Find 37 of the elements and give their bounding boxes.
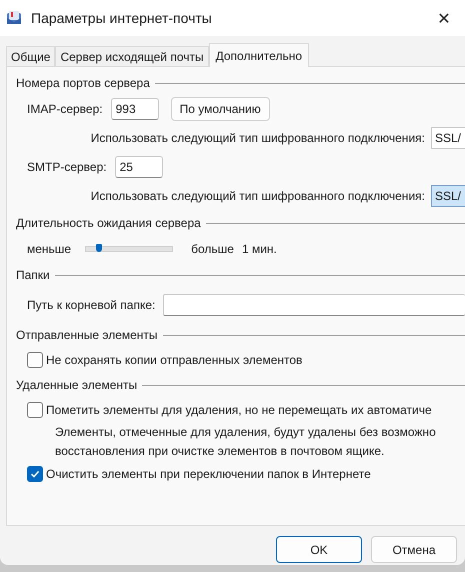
root-folder-field[interactable] bbox=[163, 294, 465, 316]
window-title: Параметры интернет-почты bbox=[31, 10, 213, 26]
field-label: Использовать следующий тип шифрованного подключения: bbox=[90, 189, 425, 203]
tab[interactable]: Сервер исходящей почты bbox=[55, 46, 209, 66]
section-title: Удаленные элементы bbox=[16, 378, 138, 392]
section-title: Длительность ожидания сервера bbox=[16, 216, 201, 230]
checkbox[interactable] bbox=[27, 466, 43, 482]
close-button[interactable]: ✕ bbox=[429, 3, 459, 33]
port-field[interactable]: 25 bbox=[114, 156, 163, 178]
field-label: Путь к корневой папке: bbox=[27, 298, 156, 312]
tab[interactable]: Общие bbox=[6, 46, 56, 66]
checkbox[interactable] bbox=[27, 402, 43, 418]
section-title: Отправленные элементы bbox=[16, 328, 158, 342]
section-title: Номера портов сервера bbox=[16, 76, 150, 90]
slider-thumb[interactable] bbox=[96, 244, 102, 252]
checkbox-label: Не сохранять копии отправленных элементов bbox=[46, 353, 302, 367]
slider-min-label: меньше bbox=[27, 242, 72, 256]
field-label: SMTP-сервер: bbox=[27, 160, 107, 174]
timeout-reading: 1 мин. bbox=[242, 242, 277, 256]
tab[interactable]: Дополнительно bbox=[208, 43, 309, 67]
timeout-slider[interactable] bbox=[85, 246, 174, 252]
dialog-button[interactable]: OK bbox=[276, 536, 362, 563]
checkbox-label: Пометить элементы для удаления, но не перемещать их автоматиче bbox=[46, 403, 432, 417]
slider-max-label: больше bbox=[191, 242, 234, 256]
checkmark-icon bbox=[29, 468, 41, 480]
mail-app-icon bbox=[5, 9, 23, 27]
encryption-dropdown[interactable]: SSL/ bbox=[430, 185, 465, 207]
port-field[interactable]: 993 bbox=[110, 98, 159, 120]
dialog-button[interactable]: Отмена bbox=[371, 536, 457, 563]
default-button[interactable]: По умолчанию bbox=[170, 97, 270, 121]
field-label: Использовать следующий тип шифрованного подключения: bbox=[90, 131, 425, 145]
checkbox[interactable] bbox=[27, 352, 43, 368]
checkbox-label: Очистить элементы при переключении папок в Интернете bbox=[46, 467, 371, 481]
field-label: IMAP-сервер: bbox=[27, 102, 103, 116]
section-title: Папки bbox=[16, 268, 50, 282]
note-text: Элементы, отмеченные для удаления, будут удалены без возможно восстановления при очистке элементов в почтовом ящике. bbox=[54, 424, 437, 460]
encryption-dropdown[interactable]: SSL/ bbox=[430, 127, 465, 149]
